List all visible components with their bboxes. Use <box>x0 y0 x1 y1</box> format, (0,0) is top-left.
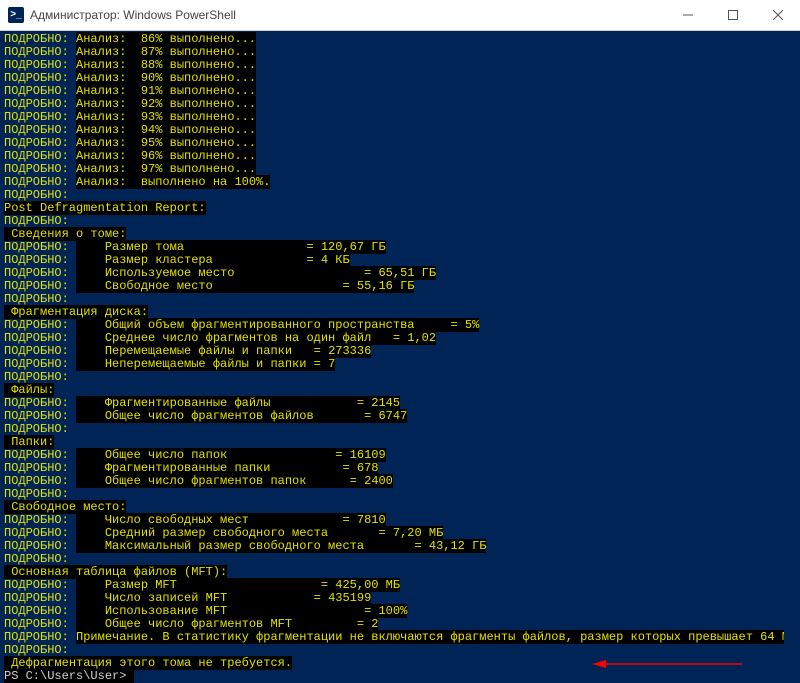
maximize-button[interactable] <box>710 0 755 30</box>
titlebar: >_ Администратор: Windows PowerShell <box>0 0 800 31</box>
output-line: ПОДРОБНО: Общее число фрагментов файлов … <box>4 410 796 423</box>
output-line: Post Defragmentation Report: <box>4 202 796 215</box>
window-title: Администратор: Windows PowerShell <box>30 8 236 22</box>
titlebar-left: >_ Администратор: Windows PowerShell <box>0 7 236 23</box>
minimize-button[interactable] <box>665 0 710 30</box>
output-line: ПОДРОБНО: Свободное место = 55,16 ГБ <box>4 280 796 293</box>
powershell-window: >_ Администратор: Windows PowerShell ПОД… <box>0 0 800 683</box>
powershell-icon: >_ <box>8 7 24 23</box>
terminal-output[interactable]: ПОДРОБНО: Анализ: 86% выполнено... ПОДРО… <box>0 31 800 683</box>
output-line: ПОДРОБНО: Анализ: выполнено на 100%. <box>4 176 796 189</box>
output-line: ПОДРОБНО: Неперемещаемые файлы и папки =… <box>4 358 796 371</box>
prompt-line[interactable]: PS C:\Users\User> <box>4 670 796 683</box>
output-line: ПОДРОБНО: Общее число фрагментов папок =… <box>4 475 796 488</box>
output-line: ПОДРОБНО: <box>4 371 796 384</box>
close-button[interactable] <box>755 0 800 30</box>
scrollbar-track[interactable] <box>784 31 800 683</box>
output-line: ПОДРОБНО: Примечание. В статистику фрагм… <box>4 631 796 644</box>
window-controls <box>665 0 800 30</box>
output-line: ПОДРОБНО: <box>4 423 796 436</box>
output-line: ПОДРОБНО: Максимальный размер свободного… <box>4 540 796 553</box>
conclusion-area: Дефрагментация этого тома не требуется. <box>4 657 796 670</box>
conclusion-line: Дефрагментация этого тома не требуется. <box>4 657 796 670</box>
